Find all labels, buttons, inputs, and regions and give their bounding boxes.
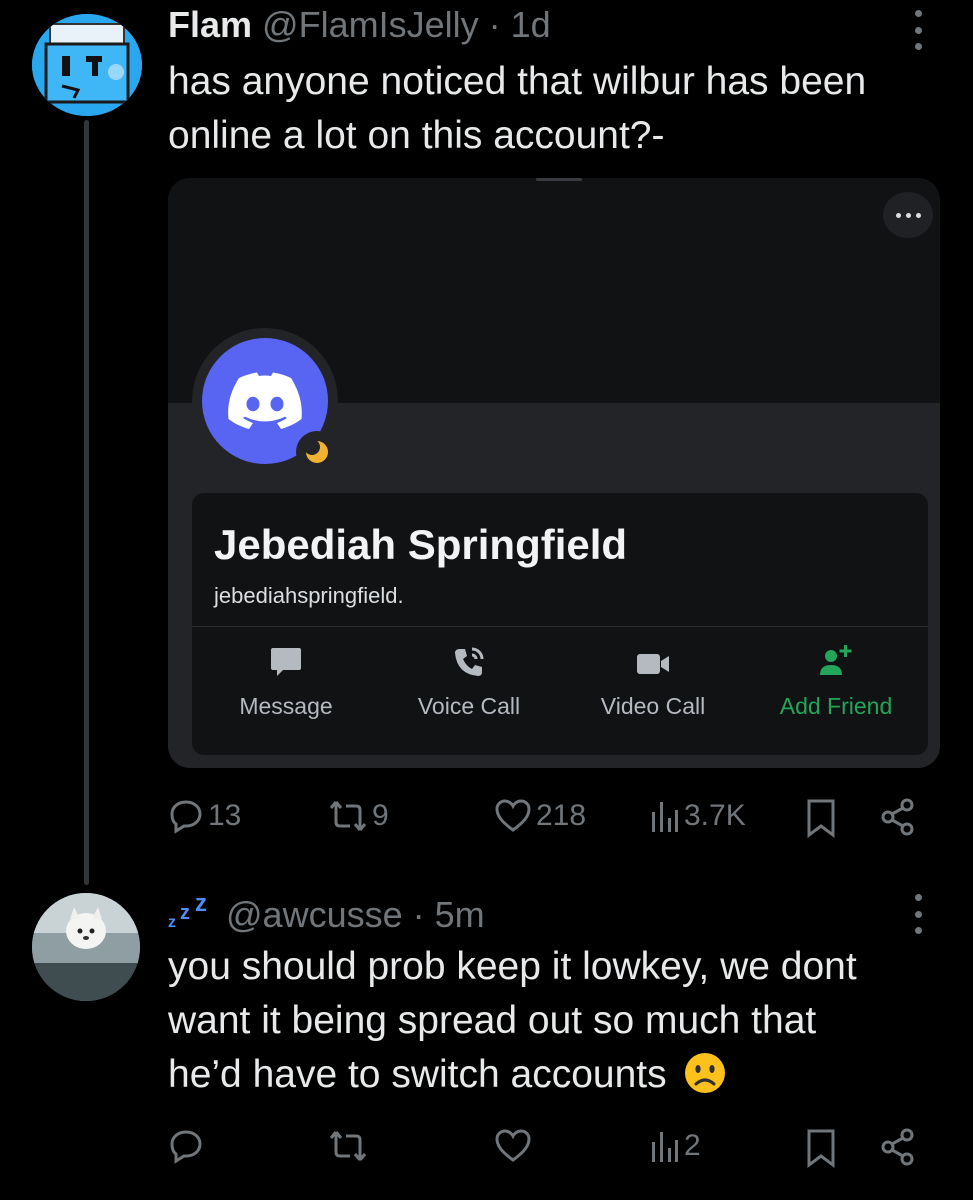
voice-call-label: Voice Call [417, 693, 521, 719]
like-count: 218 [536, 799, 587, 832]
add-friend-icon [820, 645, 852, 675]
reply-views-button[interactable]: 2 [650, 1128, 701, 1164]
message-icon [271, 648, 301, 676]
reply-separator: · [412, 894, 425, 935]
repost-button[interactable]: 9 [328, 798, 389, 834]
reply-like-button[interactable] [494, 1128, 532, 1164]
phone-icon [455, 647, 484, 676]
add-friend-action: Add Friend [746, 643, 926, 733]
video-call-label: Video Call [600, 693, 706, 719]
svg-text:z: z [195, 893, 207, 917]
tweet-header: Flam @FlamIsJelly · 1d [168, 2, 551, 48]
author-handle[interactable]: @FlamIsJelly [262, 4, 479, 45]
panel-divider [192, 626, 928, 627]
tweet-text: has anyone noticed that wilbur has been … [168, 55, 866, 163]
reply-button[interactable]: 13 [168, 798, 241, 834]
message-action: Message [196, 643, 376, 733]
tweet-time[interactable]: 1d [511, 4, 551, 45]
reply-text-line: want it being spread out so much that [168, 999, 817, 1042]
reply-bookmark-button[interactable] [805, 1128, 837, 1168]
like-button[interactable]: 218 [494, 798, 586, 834]
bookmark-button[interactable] [805, 798, 837, 838]
tweet-text-line: has anyone noticed that wilbur has been [168, 60, 867, 103]
views-button[interactable]: 3.7K [650, 798, 746, 834]
reply-author-avatar[interactable] [32, 893, 140, 1001]
reply-more-options-icon[interactable] [903, 894, 933, 934]
frowning-face-icon [685, 1053, 726, 1093]
author-name[interactable]: Flam [168, 4, 252, 45]
reply-header: z z z @awcusse · 5m [168, 890, 485, 938]
views-icon [652, 1132, 678, 1162]
views-count: 3.7K [684, 799, 746, 832]
share-icon [881, 798, 914, 836]
bookmark-icon [807, 799, 835, 838]
reply-share-button[interactable] [880, 1128, 916, 1166]
add-friend-label: Add Friend [779, 693, 893, 719]
header-separator: · [488, 4, 501, 45]
profile-panel: Jebediah Springfield jebediahspringfield… [192, 493, 928, 755]
reply-handle[interactable]: @awcusse [226, 894, 403, 935]
discord-display-name: Jebediah Springfield [214, 521, 628, 568]
tweet-text-line: online a lot on this account?- [168, 114, 665, 157]
reply-count: 13 [208, 799, 242, 832]
repost-count: 9 [372, 799, 389, 832]
repost-icon [329, 801, 367, 831]
share-button[interactable] [880, 798, 916, 836]
reply-reply-button[interactable] [168, 1128, 204, 1164]
reply-text-line: you should prob keep it lowkey, we dont [168, 945, 857, 988]
repost-icon [329, 1131, 367, 1161]
message-label: Message [239, 693, 333, 719]
idle-status-icon [296, 431, 338, 473]
heart-icon [495, 799, 531, 832]
discord-profile-card[interactable]: Jebediah Springfield jebediahspringfield… [168, 178, 940, 768]
author-avatar[interactable] [32, 14, 142, 116]
video-camera-icon [637, 654, 669, 674]
thread-line [84, 120, 89, 885]
reply-icon [170, 800, 202, 834]
heart-icon [495, 1129, 531, 1162]
discord-username: jebediahspringfield. [214, 583, 404, 608]
reply-time[interactable]: 5m [435, 894, 485, 935]
voice-call-action: Voice Call [379, 643, 559, 733]
reply-text: you should prob keep it lowkey, we dont … [168, 940, 857, 1102]
share-icon [881, 1128, 914, 1166]
reply-text-line: he’d have to switch accounts [168, 1053, 667, 1096]
svg-text:z: z [168, 914, 176, 929]
views-icon [652, 802, 678, 832]
svg-text:z: z [180, 902, 190, 924]
zzz-emoji-icon: z z z [168, 890, 207, 931]
reply-icon [170, 1130, 202, 1164]
more-options-icon[interactable] [903, 10, 933, 50]
bookmark-icon [807, 1129, 835, 1168]
reply-repost-button[interactable] [328, 1128, 368, 1164]
reply-views-count: 2 [684, 1129, 701, 1162]
card-more-icon [883, 192, 933, 238]
sheet-grab-bar [536, 178, 582, 181]
video-call-action: Video Call [563, 643, 743, 733]
